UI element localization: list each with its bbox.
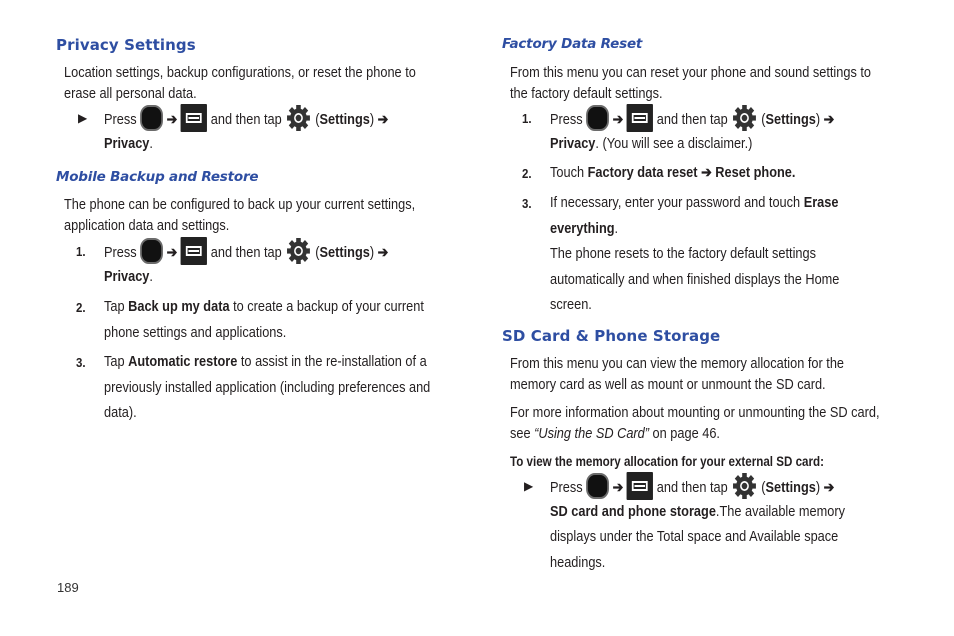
home-key-icon bbox=[140, 238, 164, 264]
arrow-icon: ➔ bbox=[823, 479, 835, 496]
settings-gear-icon bbox=[731, 104, 757, 132]
arrow-icon: ➔ bbox=[612, 479, 624, 496]
home-key-icon bbox=[586, 473, 610, 499]
sd-card-description: From this menu you can view the memory a… bbox=[510, 356, 845, 393]
menu-key-icon bbox=[626, 472, 654, 500]
arrow-icon: ➔ bbox=[377, 244, 389, 261]
sd-card-heading: SD Card & Phone Storage bbox=[502, 327, 721, 345]
mobile-backup-heading: Mobile Backup and Restore bbox=[56, 169, 259, 185]
settings-gear-icon bbox=[731, 472, 757, 500]
arrow-icon: ➔ bbox=[377, 111, 389, 128]
bullet-icon: ▶ bbox=[78, 111, 88, 125]
privacy-settings-description: Location settings, backup configurations… bbox=[64, 65, 416, 102]
home-key-icon bbox=[140, 105, 164, 131]
sd-card-more-info: For more information about mounting or u… bbox=[510, 405, 880, 442]
home-key-icon bbox=[586, 105, 610, 131]
factory-reset-heading: Factory Data Reset bbox=[502, 36, 643, 52]
menu-key-icon bbox=[626, 104, 654, 132]
settings-gear-icon bbox=[285, 237, 311, 265]
menu-key-icon bbox=[180, 104, 208, 132]
bullet-icon: ▶ bbox=[524, 479, 534, 493]
sd-card-reference-link[interactable]: “Using the SD Card” bbox=[534, 426, 649, 442]
page-number: 189 bbox=[57, 580, 79, 595]
arrow-icon: ➔ bbox=[612, 111, 624, 128]
arrow-icon: ➔ bbox=[166, 244, 178, 261]
privacy-settings-heading: Privacy Settings bbox=[56, 36, 196, 54]
arrow-icon: ➔ bbox=[823, 111, 835, 128]
menu-key-icon bbox=[180, 237, 208, 265]
factory-reset-description: From this menu you can reset your phone … bbox=[510, 65, 872, 102]
arrow-icon: ➔ bbox=[166, 111, 178, 128]
settings-gear-icon bbox=[285, 104, 311, 132]
mobile-backup-description: The phone can be configured to back up y… bbox=[64, 197, 416, 234]
sd-card-instruction-label: To view the memory allocation for your e… bbox=[510, 454, 824, 469]
